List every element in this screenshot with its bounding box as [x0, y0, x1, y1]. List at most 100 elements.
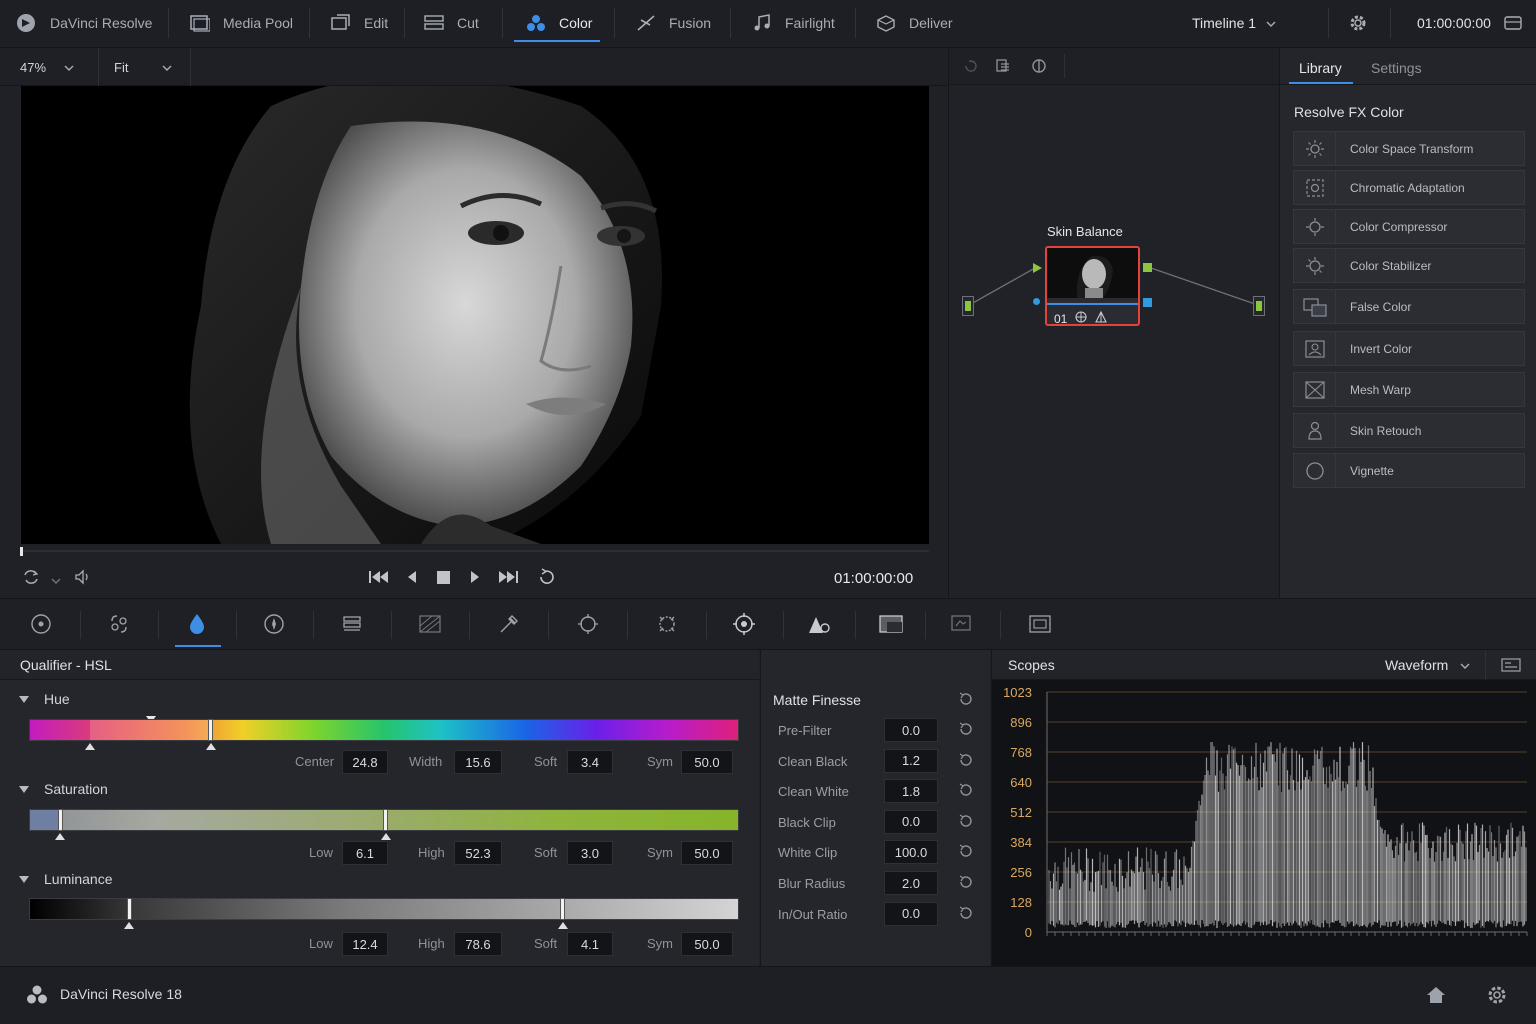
- collapse-saturation-icon[interactable]: [19, 786, 29, 793]
- fx-color-stabilizer[interactable]: Color Stabilizer: [1293, 248, 1525, 283]
- magic-mask-icon[interactable]: [878, 611, 904, 637]
- tab-fairlight[interactable]: Fairlight: [752, 0, 835, 46]
- saturation-high-handle[interactable]: [383, 809, 388, 831]
- color-match-icon[interactable]: [106, 611, 132, 637]
- shapes-icon[interactable]: [806, 611, 832, 637]
- loop-icon[interactable]: [537, 568, 557, 591]
- matte-row-value-field[interactable]: 100.0: [884, 840, 938, 865]
- fit-dropdown[interactable]: Fit: [114, 60, 172, 75]
- fx-vignette[interactable]: Vignette: [1293, 453, 1525, 488]
- matte-row-value-field[interactable]: 2.0: [884, 871, 938, 895]
- loop-mode-icon[interactable]: [22, 569, 40, 590]
- luminance-high-handle[interactable]: [560, 898, 565, 920]
- volume-icon[interactable]: [74, 569, 92, 590]
- app-menu[interactable]: DaVinci Resolve: [16, 0, 152, 46]
- fx-chromatic-adaptation[interactable]: Chromatic Adaptation: [1293, 170, 1525, 205]
- qualifier-icon[interactable]: [184, 611, 210, 637]
- node-editor[interactable]: Skin Balance 01: [948, 48, 1279, 598]
- hue-soft-field[interactable]: 3.4: [567, 750, 613, 774]
- reset-icon[interactable]: [958, 905, 974, 921]
- eyedropper-icon[interactable]: [496, 611, 522, 637]
- hue-high-handle[interactable]: [208, 719, 213, 741]
- tracker-icon[interactable]: [339, 611, 365, 637]
- node-key-input[interactable]: [1033, 298, 1040, 305]
- image-settings-icon[interactable]: [948, 611, 974, 637]
- hue-range-slider[interactable]: [29, 719, 739, 741]
- skip-to-start-icon[interactable]: [369, 570, 389, 589]
- project-settings-gear-icon[interactable]: [1486, 984, 1508, 1011]
- info-panel-icon[interactable]: [1027, 611, 1053, 637]
- window-button[interactable]: [1503, 0, 1523, 46]
- window-tool-icon[interactable]: [261, 611, 287, 637]
- node-key-output[interactable]: [1143, 298, 1152, 307]
- collapse-hue-icon[interactable]: [19, 696, 29, 703]
- timeline-selector[interactable]: Timeline 1: [1192, 0, 1276, 46]
- saturation-sym-field[interactable]: 50.0: [681, 841, 733, 865]
- reset-icon[interactable]: [958, 752, 974, 768]
- sizing-icon[interactable]: [575, 611, 601, 637]
- matte-row-value-field[interactable]: 0.0: [884, 901, 938, 926]
- saturation-soft-high-marker[interactable]: [381, 833, 391, 840]
- tab-library[interactable]: Library: [1299, 60, 1342, 76]
- hue-center-field[interactable]: 24.8: [342, 750, 388, 774]
- hue-soft-low-marker[interactable]: [85, 743, 95, 750]
- hue-width-field[interactable]: 15.6: [454, 750, 502, 774]
- node-rgb-input[interactable]: [1033, 263, 1042, 273]
- reset-icon[interactable]: [958, 721, 974, 737]
- matte-row-value-field[interactable]: 1.8: [884, 779, 938, 804]
- luminance-soft-high-marker[interactable]: [558, 922, 568, 929]
- tab-fusion[interactable]: Fusion: [636, 0, 711, 46]
- camera-raw-icon[interactable]: [28, 611, 54, 637]
- source-input-node[interactable]: [962, 296, 974, 316]
- matte-row-value-field[interactable]: 0.0: [884, 718, 938, 742]
- luminance-high-field[interactable]: 78.6: [454, 932, 502, 956]
- playhead[interactable]: [20, 547, 23, 556]
- fx-mesh-warp[interactable]: Mesh Warp: [1293, 372, 1525, 407]
- zoom-dropdown[interactable]: 47%: [20, 60, 74, 75]
- blur-icon[interactable]: [417, 611, 443, 637]
- serial-node[interactable]: 01: [1045, 246, 1140, 326]
- saturation-soft-field[interactable]: 3.0: [567, 841, 613, 865]
- play-icon[interactable]: [469, 570, 481, 589]
- saturation-soft-low-marker[interactable]: [55, 833, 65, 840]
- stop-icon[interactable]: [437, 571, 450, 589]
- reset-icon[interactable]: [958, 782, 974, 798]
- tab-media-pool[interactable]: Media Pool: [190, 0, 293, 46]
- tab-deliver[interactable]: Deliver: [876, 0, 953, 46]
- fx-color-space-transform[interactable]: Color Space Transform: [1293, 131, 1525, 166]
- skip-to-end-icon[interactable]: [498, 570, 518, 589]
- stereo-icon[interactable]: [654, 611, 680, 637]
- luminance-sym-field[interactable]: 50.0: [681, 932, 733, 956]
- scope-options-icon[interactable]: [1501, 657, 1521, 678]
- fx-invert-color[interactable]: Invert Color: [1293, 331, 1525, 366]
- luminance-range-slider[interactable]: [29, 898, 739, 920]
- tab-edit[interactable]: Edit: [331, 0, 388, 46]
- fx-color-compressor[interactable]: Color Compressor: [1293, 209, 1525, 244]
- fx-false-color[interactable]: False Color: [1293, 289, 1525, 324]
- reset-icon[interactable]: [958, 874, 974, 890]
- saturation-low-field[interactable]: 6.1: [342, 841, 388, 865]
- saturation-high-field[interactable]: 52.3: [454, 841, 502, 865]
- scope-type-dropdown[interactable]: Waveform: [1385, 657, 1470, 673]
- reset-icon[interactable]: [958, 843, 974, 859]
- hue-sym-field[interactable]: 50.0: [681, 750, 733, 774]
- saturation-low-handle[interactable]: [58, 809, 63, 831]
- effects-icon[interactable]: [731, 611, 757, 637]
- node-rgb-output[interactable]: [1143, 263, 1152, 272]
- luminance-soft-field[interactable]: 4.1: [567, 932, 613, 956]
- luminance-low-field[interactable]: 12.4: [342, 932, 388, 956]
- collapse-luminance-icon[interactable]: [19, 876, 29, 883]
- viewer-image[interactable]: [21, 86, 929, 544]
- reset-icon[interactable]: [958, 691, 974, 707]
- play-reverse-icon[interactable]: [406, 570, 418, 589]
- home-icon[interactable]: [1425, 985, 1447, 1010]
- settings-button[interactable]: [1348, 0, 1368, 46]
- output-node[interactable]: [1253, 296, 1265, 316]
- matte-row-value-field[interactable]: 0.0: [884, 809, 938, 834]
- chevron-down-icon[interactable]: [51, 572, 61, 590]
- matte-row-value-field[interactable]: 1.2: [884, 748, 938, 773]
- luminance-low-handle[interactable]: [127, 898, 132, 920]
- hue-soft-high-marker[interactable]: [206, 743, 216, 750]
- viewer-scrubber[interactable]: [20, 547, 929, 556]
- tab-cut[interactable]: Cut: [424, 0, 479, 46]
